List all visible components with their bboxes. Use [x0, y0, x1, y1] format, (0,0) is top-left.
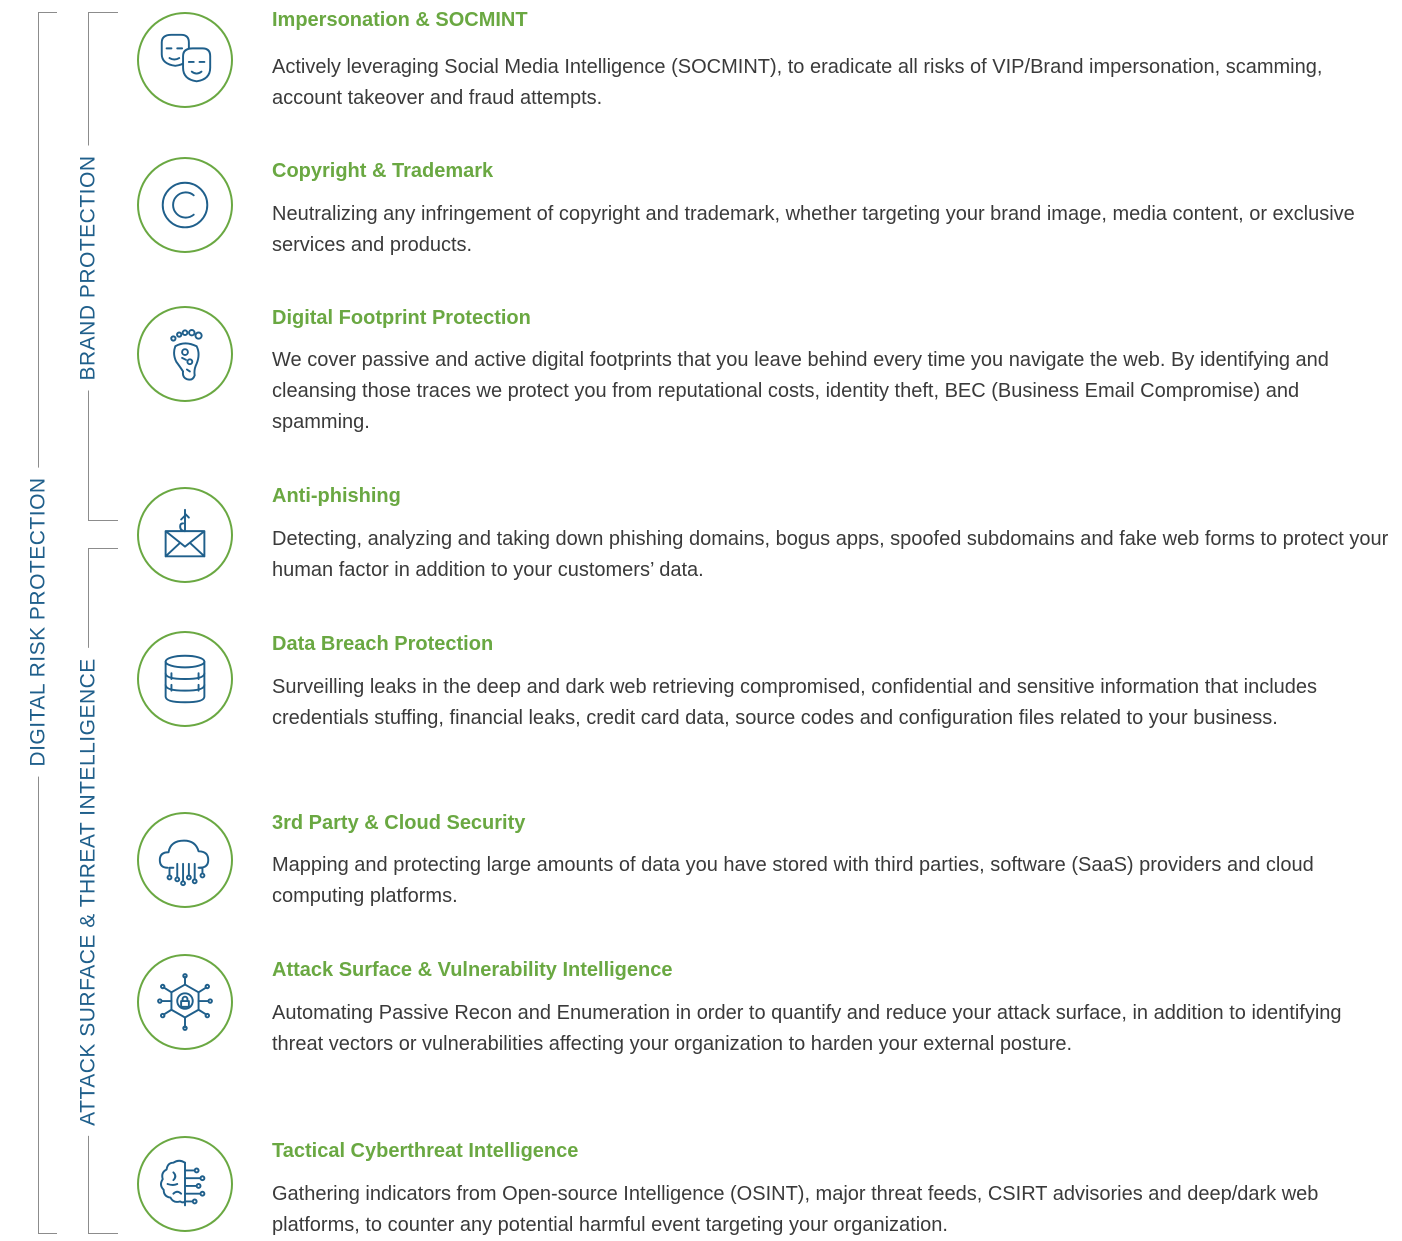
- item-title: Tactical Cyberthreat Intelligence: [272, 1140, 579, 1162]
- database-icon: [137, 631, 233, 727]
- item-description: Surveilling leaks in the deep and dark w…: [272, 676, 1318, 729]
- item-title: Copyright & Trademark: [272, 160, 494, 182]
- copyright-icon: [137, 157, 233, 253]
- brand-protection-label: BRAND PROTECTION: [77, 145, 100, 391]
- item-title: Attack Surface & Vulnerability Intellige…: [272, 959, 673, 981]
- item-description: Actively leveraging Social Media Intelli…: [272, 56, 1323, 109]
- item-description: Automating Passive Recon and Enumeration…: [272, 1002, 1342, 1055]
- lock-chip-icon: [137, 954, 233, 1050]
- item-title: Digital Footprint Protection: [272, 307, 531, 329]
- phishing-envelope-icon: [137, 487, 233, 583]
- item-description: Neutralizing any infringement of copyrig…: [272, 203, 1355, 256]
- item-title: Anti-phishing: [272, 485, 401, 507]
- item-title: 3rd Party & Cloud Security: [272, 812, 526, 834]
- digital-risk-protection-label: DIGITAL RISK PROTECTION: [27, 467, 50, 777]
- item-description: We cover passive and active digital foot…: [272, 349, 1329, 433]
- masks-icon: [137, 12, 233, 108]
- cloud-network-icon: [137, 812, 233, 908]
- brain-circuit-icon: [137, 1136, 233, 1232]
- item-description: Detecting, analyzing and taking down phi…: [272, 528, 1389, 581]
- item-title: Data Breach Protection: [272, 633, 494, 655]
- item-description: Mapping and protecting large amounts of …: [272, 854, 1314, 907]
- item-title: Impersonation & SOCMINT: [272, 9, 528, 31]
- item-description: Gathering indicators from Open-source In…: [272, 1183, 1319, 1236]
- attack-surface-threat-intelligence-label: ATTACK SURFACE & THREAT INTELLIGENCE: [77, 648, 100, 1136]
- footprint-icon: [137, 306, 233, 402]
